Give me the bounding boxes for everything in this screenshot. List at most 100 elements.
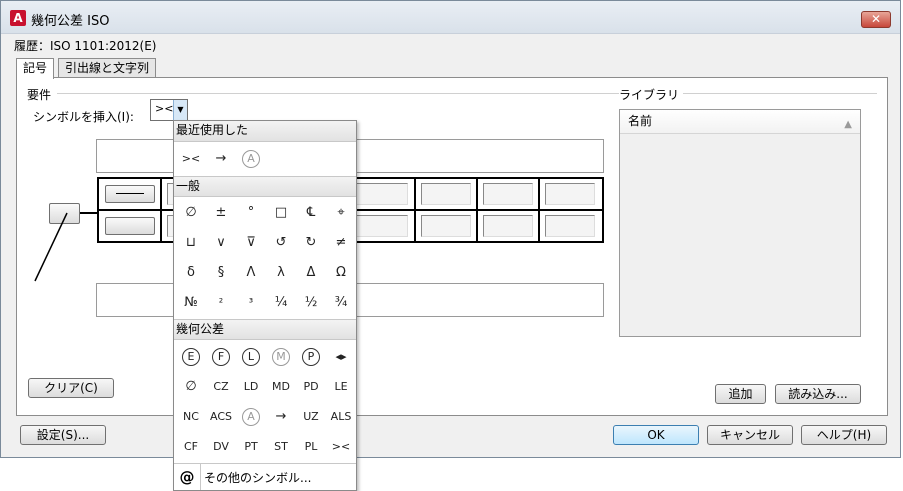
frame-cell <box>540 211 602 243</box>
symbol-item[interactable]: F <box>206 343 236 371</box>
symbol-item[interactable]: NC <box>176 403 206 431</box>
symbol-item[interactable]: δ <box>176 259 206 287</box>
load-button[interactable]: 読み込み... <box>775 384 861 404</box>
frame-cell <box>478 211 540 243</box>
symbol-item[interactable]: >< <box>326 433 356 461</box>
symbol-item[interactable]: PD <box>296 373 326 401</box>
symbol-item[interactable]: ∨ <box>206 229 236 257</box>
symbol-item[interactable]: ↺ <box>266 229 296 257</box>
symbol-item[interactable]: ST <box>266 433 296 461</box>
symbol-item[interactable]: Ω <box>326 259 356 287</box>
insert-symbol-dropdown[interactable]: >< ▼ <box>150 99 188 121</box>
symbol-item[interactable]: ℄ <box>296 199 326 227</box>
requirements-group-line <box>57 93 622 94</box>
dialog-window: A 幾何公差 ISO ✕ 履歴：ISO 1101:2012(E) 記号 引出線と… <box>0 0 901 458</box>
symbol-item[interactable]: № <box>176 289 206 317</box>
frame-cell <box>478 179 540 211</box>
symbol-item[interactable]: § <box>206 259 236 287</box>
symbol-item[interactable]: ¾ <box>326 289 356 317</box>
close-button[interactable]: ✕ <box>861 11 891 28</box>
insert-symbol-label: シンボルを挿入(I): <box>33 110 134 124</box>
symbol-item[interactable]: ◂▸ <box>326 343 356 371</box>
symbol-item[interactable]: DV <box>206 433 236 461</box>
symbol-item[interactable]: ACS <box>206 403 236 431</box>
library-list[interactable]: 名前 ▲ <box>619 109 861 337</box>
frame-cell <box>99 211 162 243</box>
symbol-item[interactable]: Δ <box>296 259 326 287</box>
symbol-item[interactable]: A <box>236 145 266 173</box>
symbol-item[interactable]: ½ <box>296 289 326 317</box>
library-column-header[interactable]: 名前 ▲ <box>620 110 860 134</box>
frame-cell <box>416 211 478 243</box>
requirements-group-label: 要件 <box>27 86 56 103</box>
ok-button[interactable]: OK <box>613 425 699 445</box>
symbol-item[interactable]: L <box>236 343 266 371</box>
tab-symbol[interactable]: 記号 <box>16 58 55 79</box>
symbol-item[interactable]: UZ <box>296 403 326 431</box>
recent-section-header: 最近使用した <box>174 121 356 142</box>
symbol-item[interactable]: ⊽ <box>236 229 266 257</box>
symbol-item[interactable]: CF <box>176 433 206 461</box>
symbol-item[interactable]: ± <box>206 199 236 227</box>
library-column-name: 名前 <box>628 114 653 128</box>
title-bar: A 幾何公差 ISO ✕ <box>1 1 900 34</box>
symbol-item[interactable]: ⌖ <box>326 199 356 227</box>
characteristic-symbol-button[interactable] <box>105 185 155 203</box>
symbol-item[interactable]: MD <box>266 373 296 401</box>
datum-input-b-2[interactable] <box>421 215 471 237</box>
datum-input-d[interactable] <box>545 183 595 205</box>
symbol-item[interactable]: ² <box>206 289 236 317</box>
add-button[interactable]: 追加 <box>715 384 766 404</box>
datum-input-c[interactable] <box>483 183 533 205</box>
symbol-item[interactable]: ° <box>236 199 266 227</box>
tab-leader-and-text[interactable]: 引出線と文字列 <box>58 58 157 78</box>
history-label: 履歴：ISO 1101:2012(E) <box>14 39 157 53</box>
datum-input-d-2[interactable] <box>545 215 595 237</box>
symbol-item[interactable]: → <box>266 403 296 431</box>
window-title: 幾何公差 ISO <box>31 14 110 29</box>
symbol-item[interactable]: □ <box>266 199 296 227</box>
symbol-item[interactable]: LE <box>326 373 356 401</box>
datum-input-c-2[interactable] <box>483 215 533 237</box>
leader-line <box>34 212 102 282</box>
symbol-item[interactable]: PT <box>236 433 266 461</box>
symbol-item[interactable]: ∅ <box>176 199 206 227</box>
frame-cell <box>350 179 416 211</box>
sort-up-icon: ▲ <box>844 119 852 130</box>
symbol-item[interactable]: CZ <box>206 373 236 401</box>
frame-cell <box>99 179 162 211</box>
symbol-item[interactable]: M <box>266 343 296 371</box>
symbol-item[interactable]: A <box>236 403 266 431</box>
app-icon: A <box>10 10 26 26</box>
symbol-item[interactable]: ⊔ <box>176 229 206 257</box>
frame-cell <box>540 179 602 211</box>
at-sign-icon: @ <box>179 468 195 486</box>
gdt-section-header: 幾何公差 <box>174 319 356 340</box>
datum-input-b[interactable] <box>421 183 471 205</box>
library-group-label: ライブラリ <box>619 86 684 103</box>
other-symbols-item[interactable]: @ その他のシンボル... <box>174 463 356 490</box>
symbol-item[interactable]: PL <box>296 433 326 461</box>
symbol-item[interactable]: Λ <box>236 259 266 287</box>
symbol-item[interactable]: ∅ <box>176 373 206 401</box>
symbol-item[interactable]: ¼ <box>266 289 296 317</box>
symbol-item[interactable]: ↻ <box>296 229 326 257</box>
symbol-item[interactable]: E <box>176 343 206 371</box>
symbol-item[interactable]: LD <box>236 373 266 401</box>
symbol-item[interactable]: ≠ <box>326 229 356 257</box>
datum-input-a-2[interactable] <box>350 215 408 237</box>
frame-cell <box>416 179 478 211</box>
characteristic-symbol-button-2[interactable] <box>105 217 155 235</box>
help-button[interactable]: ヘルプ(H) <box>801 425 887 445</box>
clear-button[interactable]: クリア(C) <box>28 378 114 398</box>
symbol-item[interactable]: P <box>296 343 326 371</box>
symbol-item[interactable]: >< <box>176 145 206 173</box>
symbol-item[interactable]: ³ <box>236 289 266 317</box>
symbol-item[interactable]: λ <box>266 259 296 287</box>
datum-input-a[interactable] <box>350 183 408 205</box>
cancel-button[interactable]: キャンセル <box>707 425 793 445</box>
symbol-item[interactable]: → <box>206 145 236 173</box>
symbol-item[interactable]: ALS <box>326 403 356 431</box>
settings-button[interactable]: 設定(S)... <box>20 425 106 445</box>
tab-panel-symbol: 要件 シンボルを挿入(I): ライブラリ クリア(C) 名前 ▲ 追加 読み込み… <box>16 77 888 416</box>
